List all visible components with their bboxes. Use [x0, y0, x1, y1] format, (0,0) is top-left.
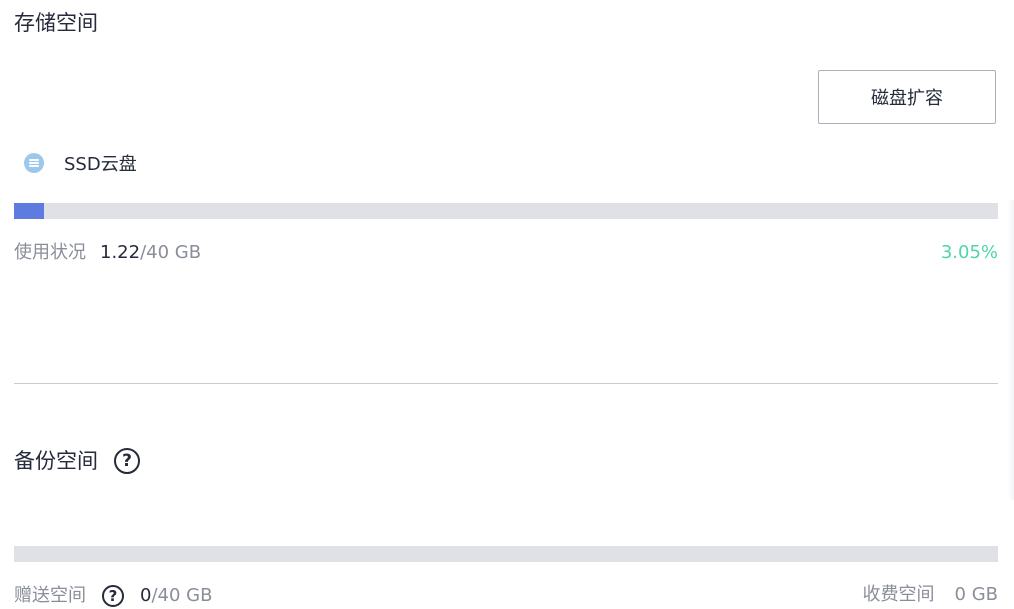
disk-type-label: SSD云盘	[64, 154, 137, 175]
usage-label: 使用状况	[14, 242, 86, 263]
gift-space-used-value: 0	[140, 585, 152, 606]
storage-usage-progress-fill	[14, 203, 44, 219]
backup-section-title: 备份空间	[14, 448, 98, 473]
disk-icon	[24, 153, 44, 173]
gift-space-help-icon[interactable]: ?	[102, 585, 124, 607]
storage-section-title: 存储空间	[14, 11, 98, 35]
paid-space-label: 收费空间	[862, 584, 935, 605]
section-divider	[14, 383, 998, 384]
usage-percent: 3.05%	[940, 242, 998, 263]
paid-space-value: 0 GB	[954, 584, 998, 605]
disk-expand-button[interactable]: 磁盘扩容	[818, 70, 996, 124]
gift-space-total-value: /40 GB	[151, 585, 213, 606]
disk-type-row: SSD云盘	[24, 150, 137, 176]
usage-used-value: 1.22	[100, 242, 141, 263]
paid-space-row: 收费空间 0 GB	[863, 586, 998, 604]
storage-usage-row: 使用状况 1.22/40 GB	[14, 244, 201, 262]
gift-space-row: 赠送空间 ? 0/40 GB	[14, 585, 212, 607]
gift-space-label: 赠送空间	[14, 585, 86, 606]
backup-usage-progress-bar	[14, 546, 998, 562]
backup-title-row: 备份空间 ?	[14, 448, 140, 474]
storage-usage-progress-bar	[14, 203, 998, 219]
usage-total-value: /40 GB	[140, 242, 202, 263]
question-circle-icon[interactable]: ?	[114, 448, 140, 474]
scroll-edge-shadow	[1008, 200, 1014, 500]
